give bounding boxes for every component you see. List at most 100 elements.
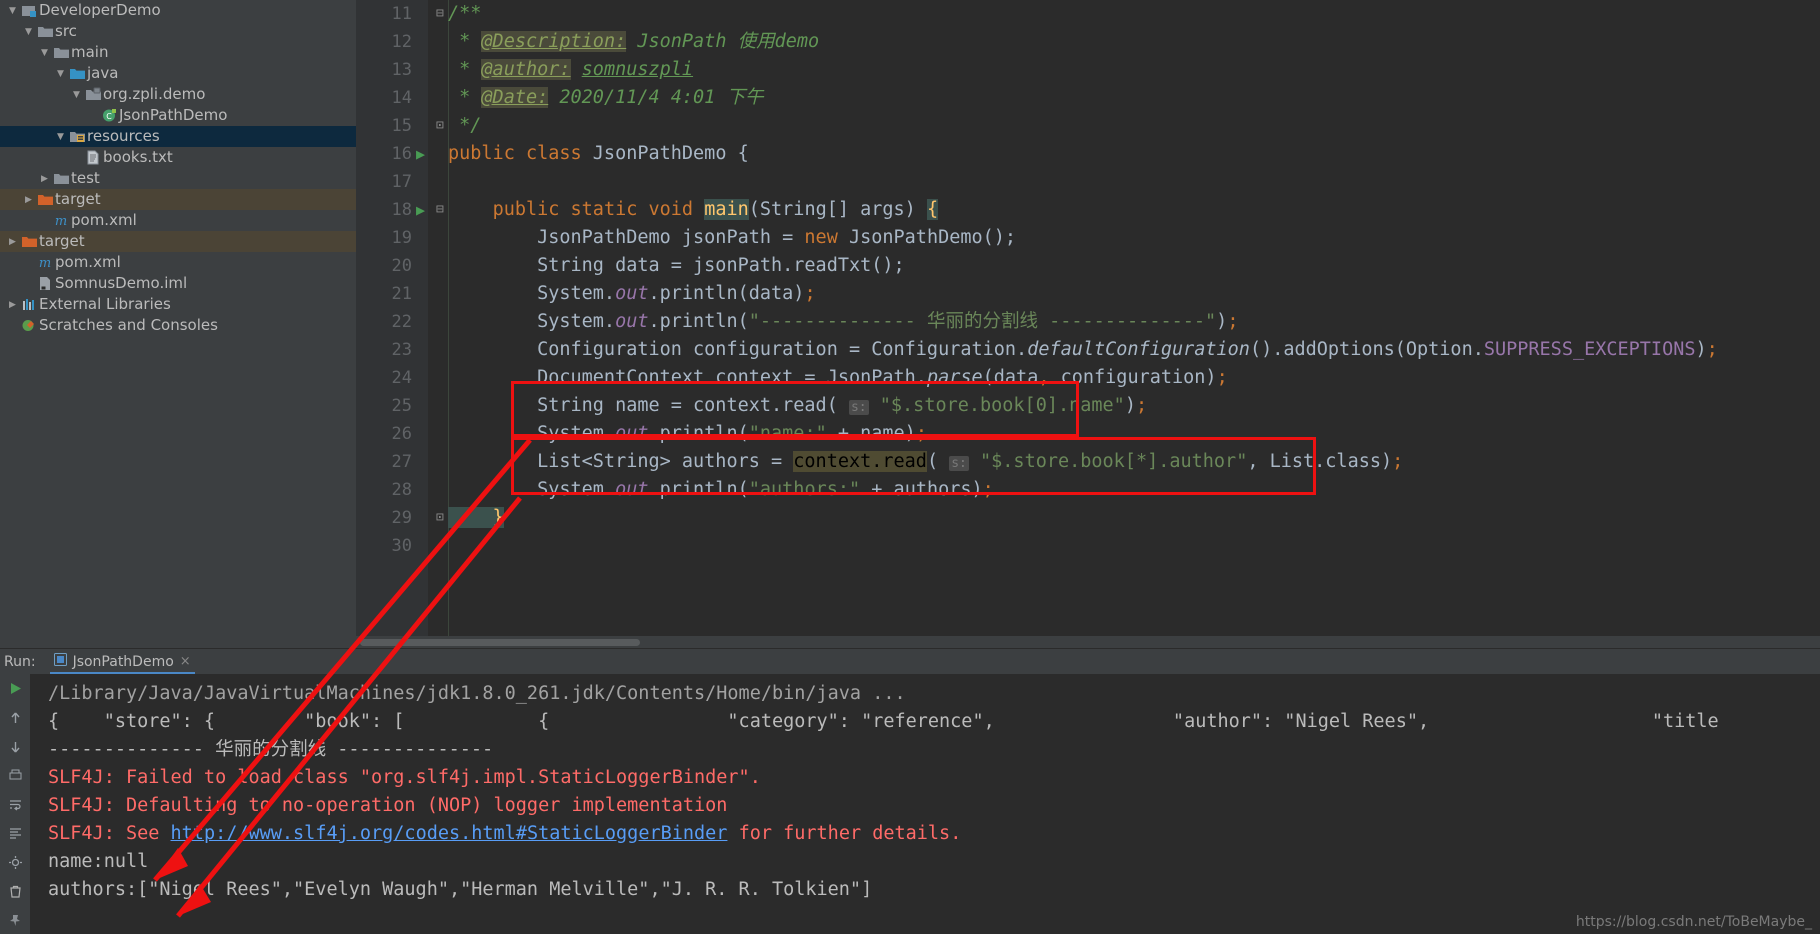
tree-item-label: DeveloperDemo <box>39 1 161 19</box>
run-header: Run: JsonPathDemo × <box>0 648 1820 675</box>
code-line[interactable]: } <box>448 504 504 532</box>
tree-item-target[interactable]: ▶ target <box>0 189 356 210</box>
tree-item-label: target <box>55 190 101 208</box>
run-tab-label: JsonPathDemo <box>72 653 174 670</box>
tree-item-test[interactable]: ▶ test <box>0 168 356 189</box>
folder-orange-icon <box>35 192 55 207</box>
soft-wrap-icon[interactable] <box>5 794 25 814</box>
tree-item-main[interactable]: ▼ main <box>0 42 356 63</box>
code-line[interactable]: /** <box>448 0 481 28</box>
text-file-icon <box>83 150 103 165</box>
code-line[interactable]: List<String> authors = context.read( s: … <box>448 448 1403 478</box>
line-number: 13 <box>391 60 412 80</box>
source-code[interactable]: 11 ⊟/** 12 * @Description: JsonPath 使用demo… <box>356 0 1820 648</box>
run-gutter-icon[interactable]: ▶ <box>416 196 425 224</box>
console-link[interactable]: http://www.slf4j.org/codes.html#StaticLo… <box>171 823 728 844</box>
tree-item-pom-xml[interactable]: m pom.xml <box>0 252 356 273</box>
line-number: 11 <box>391 4 412 24</box>
tree-item-external-libraries[interactable]: ▶ External Libraries <box>0 294 356 315</box>
code-line[interactable]: JsonPathDemo jsonPath = new JsonPathDemo… <box>448 224 1016 252</box>
code-line[interactable]: System.out.println(data); <box>448 280 815 308</box>
line-number: 27 <box>391 452 412 472</box>
console-text: SLF4J: Defaulting to no-operation (NOP) … <box>48 795 728 816</box>
code-line[interactable]: String name = context.read( s: "$.store.… <box>448 392 1147 422</box>
code-line[interactable]: System.out.println("-------------- 华丽的分割… <box>448 308 1238 336</box>
console-text: SLF4J: Failed to load class "org.slf4j.i… <box>48 767 761 788</box>
line-number: 17 <box>391 172 412 192</box>
editor-hscrollbar[interactable] <box>356 636 1820 648</box>
tree-item-resources[interactable]: ▼ resources <box>0 126 356 147</box>
chevron-down-icon[interactable]: ▼ <box>38 48 51 58</box>
chevron-right-icon[interactable]: ▶ <box>22 195 35 205</box>
code-line[interactable]: * @author: somnuszpli <box>448 56 693 84</box>
code-line[interactable]: System.out.println("name:" + name); <box>448 420 927 448</box>
scroll-down-icon[interactable] <box>5 736 25 756</box>
fold-collapse-icon[interactable]: ⊟ <box>436 196 444 224</box>
svg-text:C: C <box>106 112 112 121</box>
console-line: name:null <box>48 848 1820 876</box>
chevron-right-icon[interactable]: ▶ <box>6 300 19 310</box>
line-number: 21 <box>391 284 412 304</box>
code-line[interactable]: DocumentContext context = JsonPath.parse… <box>448 364 1228 392</box>
code-line[interactable]: public static void main(String[] args) { <box>448 196 939 224</box>
tree-item-java[interactable]: ▼ java <box>0 63 356 84</box>
tree-item-pom-xml[interactable]: m pom.xml <box>0 210 356 231</box>
chevron-down-icon[interactable]: ▼ <box>6 6 19 16</box>
pin-icon[interactable] <box>5 910 25 930</box>
chevron-right-icon[interactable]: ▶ <box>38 174 51 184</box>
run-toolbar[interactable] <box>0 674 30 934</box>
print-icon[interactable] <box>5 765 25 785</box>
project-tool-window[interactable]: ▼ DeveloperDemo ▼ src ▼ main ▼ java ▼ org.zpli.de… <box>0 0 356 648</box>
close-icon[interactable]: × <box>180 654 191 669</box>
chevron-right-icon[interactable]: ▶ <box>6 237 19 247</box>
code-line[interactable]: * @Description: JsonPath 使用demo <box>448 28 819 56</box>
console-line: /Library/Java/JavaVirtualMachines/jdk1.8… <box>48 680 1820 708</box>
module-icon <box>19 3 39 18</box>
package-icon <box>83 87 103 102</box>
scroll-to-end-icon[interactable] <box>5 823 25 843</box>
rerun-icon[interactable] <box>5 678 25 698</box>
watermark: https://blog.csdn.net/ToBeMaybe_ <box>1575 914 1812 930</box>
console-text: -------------- 华丽的分割线 -------------- <box>48 739 494 760</box>
folder-source-icon <box>67 66 87 81</box>
tree-item-label: test <box>71 169 100 187</box>
code-line[interactable]: public class JsonPathDemo { <box>448 140 749 168</box>
code-line[interactable]: String data = jsonPath.readTxt(); <box>448 252 905 280</box>
settings-icon[interactable] <box>5 852 25 872</box>
tree-item-src[interactable]: ▼ src <box>0 21 356 42</box>
console-text: { "store": { "book": [ { "category": "re… <box>48 711 1719 732</box>
run-gutter-icon[interactable]: ▶ <box>416 140 425 168</box>
run-tab-jsonpathdemo[interactable]: JsonPathDemo × <box>46 649 199 675</box>
code-line[interactable]: Configuration configuration = Configurat… <box>448 336 1718 364</box>
fold-end-icon[interactable]: ⊡ <box>436 112 444 140</box>
tree-item-scratches-and-consoles[interactable]: Scratches and Consoles <box>0 315 356 336</box>
chevron-down-icon[interactable]: ▼ <box>54 69 67 79</box>
tree-item-books-txt[interactable]: books.txt <box>0 147 356 168</box>
fold-end-icon[interactable]: ⊡ <box>436 504 444 532</box>
chevron-down-icon[interactable]: ▼ <box>22 27 35 37</box>
chevron-down-icon[interactable]: ▼ <box>54 132 67 142</box>
console-output[interactable]: /Library/Java/JavaVirtualMachines/jdk1.8… <box>30 674 1820 934</box>
scroll-up-icon[interactable] <box>5 707 25 727</box>
code-line[interactable]: */ <box>448 112 481 140</box>
tree-item-jsonpathdemo[interactable]: C JsonPathDemo <box>0 105 356 126</box>
line-number: 15 <box>391 116 412 136</box>
line-number: 19 <box>391 228 412 248</box>
code-line[interactable]: * @Date: 2020/11/4 4:01 下午 <box>448 84 763 112</box>
tree-item-developerdemo[interactable]: ▼ DeveloperDemo <box>0 0 356 21</box>
tree-item-label: target <box>39 232 85 250</box>
trash-icon[interactable] <box>5 881 25 901</box>
tree-item-target[interactable]: ▶ target <box>0 231 356 252</box>
chevron-down-icon[interactable]: ▼ <box>70 90 83 100</box>
fold-collapse-icon[interactable]: ⊟ <box>436 0 444 28</box>
tree-item-label: SomnusDemo.iml <box>55 274 188 292</box>
tree-item-label: External Libraries <box>39 295 171 313</box>
tree-item-somnusdemo-iml[interactable]: SomnusDemo.iml <box>0 273 356 294</box>
tree-item-label: Scratches and Consoles <box>39 316 218 334</box>
line-number: 18 <box>391 200 412 220</box>
tree-item-org-zpli-demo[interactable]: ▼ org.zpli.demo <box>0 84 356 105</box>
line-number: 26 <box>391 424 412 444</box>
console-line: -------------- 华丽的分割线 -------------- <box>48 736 1820 764</box>
code-editor[interactable]: 11 ⊟/** 12 * @Description: JsonPath 使用demo… <box>356 0 1820 648</box>
code-line[interactable]: System.out.println("authors:" + authors)… <box>448 476 994 504</box>
